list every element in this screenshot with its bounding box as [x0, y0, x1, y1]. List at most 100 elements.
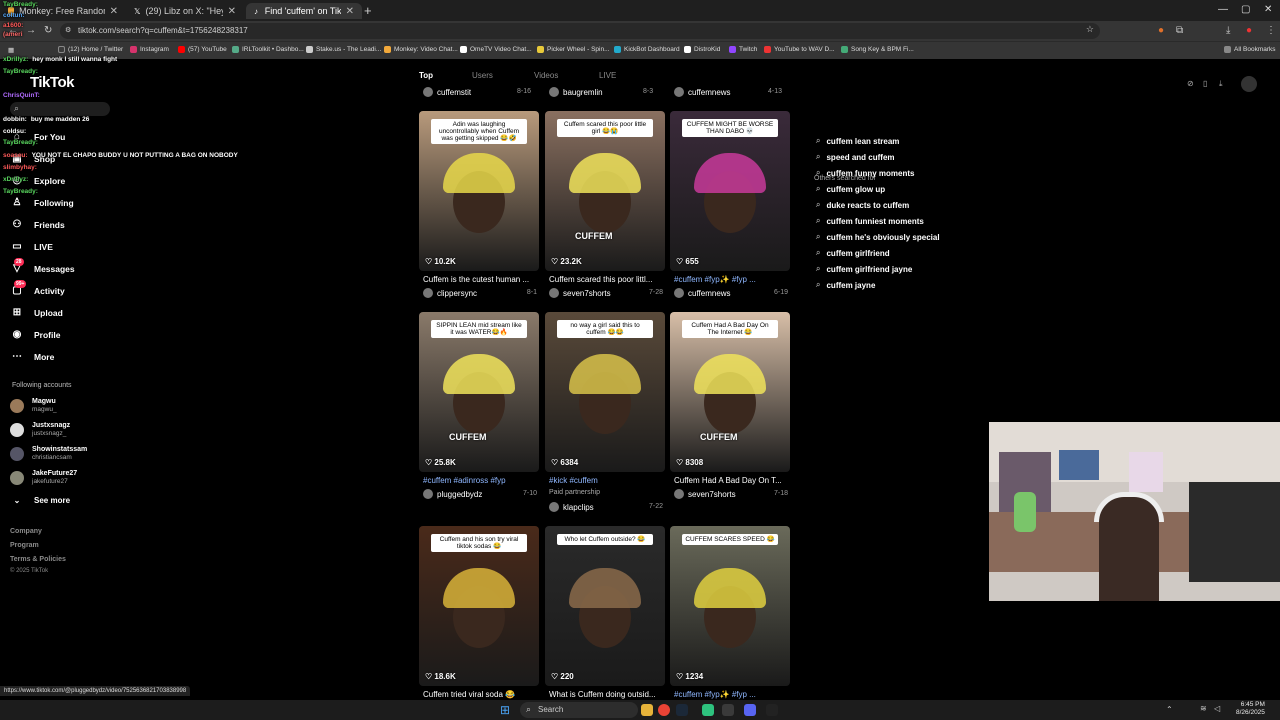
- app-icon[interactable]: [702, 704, 714, 716]
- profile-avatar-icon[interactable]: ●: [1246, 25, 1252, 36]
- see-more-button[interactable]: ⌄ See more: [10, 496, 70, 505]
- apps-icon[interactable]: ▦: [8, 46, 14, 54]
- obs-icon[interactable]: [722, 704, 734, 716]
- video-author[interactable]: pluggedbydz: [423, 489, 482, 499]
- nav-following[interactable]: ♙ Following: [10, 197, 74, 208]
- video-title[interactable]: #cuffem #fyp✨ #fyp ...: [674, 690, 788, 699]
- nav-messages[interactable]: ▽ 28 Messages: [10, 258, 75, 274]
- related-search-item[interactable]: ⌕ cuffem lean stream: [816, 136, 899, 146]
- close-icon[interactable]: ✕: [346, 6, 354, 17]
- site-info-icon[interactable]: ⚙: [65, 26, 71, 34]
- video-thumbnail[interactable]: SIPPIN LEAN mid stream like it was WATER…: [419, 312, 539, 472]
- video-author[interactable]: klapclips: [549, 502, 594, 512]
- bookmark-item[interactable]: Instagram: [130, 46, 169, 53]
- nav-live[interactable]: ▭ LIVE: [10, 241, 53, 252]
- nav-profile[interactable]: ◉ Profile: [10, 329, 61, 340]
- related-search-item[interactable]: ⌕ cuffem girlfriend jayne: [816, 264, 912, 274]
- followed-account[interactable]: Showinstatssam christiancsam: [10, 446, 87, 462]
- video-title[interactable]: Cuffem scared this poor littl...: [549, 275, 663, 284]
- bookmark-item[interactable]: (12) Home / Twitter: [58, 46, 123, 53]
- downloads-icon[interactable]: ⤓: [1226, 25, 1230, 36]
- taskbar-search[interactable]: ⌕ Search: [520, 702, 638, 718]
- url-field[interactable]: ⚙ tiktok.com/search?q=cuffem&t=175624823…: [60, 23, 1100, 39]
- followed-account[interactable]: Magwu magwu_: [10, 398, 57, 414]
- maximize-icon[interactable]: ▢: [1241, 4, 1250, 15]
- speaker-icon[interactable]: ◁: [1214, 704, 1220, 713]
- tiktok-logo[interactable]: TikTok: [30, 74, 74, 91]
- related-search-item[interactable]: ⌕ cuffem glow up: [816, 184, 885, 194]
- windows-start-icon[interactable]: ⊞: [500, 703, 510, 717]
- tab-top[interactable]: Top: [419, 71, 433, 80]
- wifi-icon[interactable]: ≋: [1200, 704, 1207, 713]
- window-close-icon[interactable]: ✕: [1264, 4, 1272, 15]
- close-icon[interactable]: ✕: [110, 6, 118, 17]
- video-author[interactable]: seven7shorts: [549, 288, 611, 298]
- extensions-puzzle-icon[interactable]: ⧉: [1176, 25, 1183, 36]
- related-search-item[interactable]: ⌕ cuffem jayne: [816, 280, 875, 290]
- video-title[interactable]: #cuffem #fyp✨ #fyp ...: [674, 275, 788, 284]
- video-title[interactable]: Cuffem Had A Bad Day On T...: [674, 476, 788, 485]
- device-icon[interactable]: ▯: [1203, 79, 1207, 88]
- kebab-menu-icon[interactable]: ⋮: [1266, 25, 1276, 36]
- related-search-item[interactable]: ⌕ speed and cuffem: [816, 152, 895, 162]
- forward-icon[interactable]: →: [26, 25, 36, 36]
- related-search-item[interactable]: ⌕ cuffem he's obviously special: [816, 232, 940, 242]
- star-icon[interactable]: ☆: [1086, 24, 1094, 35]
- close-icon[interactable]: ✕: [228, 6, 236, 17]
- bookmark-item[interactable]: OmeTV Video Chat...: [460, 46, 532, 53]
- video-thumbnail[interactable]: CUFFEM SCARES SPEED 😂 ♡ 1234: [670, 526, 790, 686]
- video-thumbnail[interactable]: Cuffem Had A Bad Day On The Internet 😂 CU…: [670, 312, 790, 472]
- all-bookmarks[interactable]: All Bookmarks: [1224, 46, 1276, 53]
- video-author[interactable]: cuffemnews: [674, 87, 731, 97]
- video-author[interactable]: clippersync: [423, 288, 477, 298]
- nav-activity[interactable]: ▢ 99+ Activity: [10, 280, 65, 296]
- bookmark-item[interactable]: (57) YouTube: [178, 46, 227, 53]
- nav-friends[interactable]: ⚇ Friends: [10, 219, 65, 230]
- nav-more[interactable]: ⋯ More: [10, 351, 54, 362]
- video-title[interactable]: Cuffem tried viral soda 😂: [423, 690, 537, 699]
- related-search-item[interactable]: ⌕ cuffem funniest moments: [816, 216, 924, 226]
- video-title[interactable]: What is Cuffem doing outsid...: [549, 690, 663, 699]
- tray-chevron-icon[interactable]: ⌃: [1166, 705, 1173, 714]
- followed-account[interactable]: JakeFuture27 jakefuture27: [10, 470, 77, 486]
- app-icon[interactable]: [766, 704, 778, 716]
- avatar[interactable]: [1241, 76, 1257, 92]
- search-input[interactable]: ⌕: [10, 102, 110, 116]
- video-thumbnail[interactable]: Adin was laughing uncontrollably when Cu…: [419, 111, 539, 271]
- related-search-item[interactable]: ⌕ cuffem girlfriend: [816, 248, 890, 258]
- file-explorer-icon[interactable]: [641, 704, 653, 716]
- discord-icon[interactable]: [744, 704, 756, 716]
- chrome-icon[interactable]: [658, 704, 670, 716]
- bookmark-item[interactable]: YouTube to WAV D...: [764, 46, 835, 53]
- video-title[interactable]: #cuffem #adinross #fyp: [423, 476, 537, 485]
- tab-videos[interactable]: Videos: [534, 71, 558, 80]
- bookmark-item[interactable]: Picker Wheel - Spin...: [537, 46, 610, 53]
- extension-icon[interactable]: ●: [1158, 25, 1164, 36]
- video-author[interactable]: cuffemnews: [674, 288, 731, 298]
- video-thumbnail[interactable]: Who let Cuffem outside? 😂 ♡ 220: [545, 526, 665, 686]
- footer-terms-link[interactable]: Terms & Policies: [10, 556, 66, 563]
- tab-live[interactable]: LIVE: [599, 71, 616, 80]
- new-tab-icon[interactable]: +: [364, 3, 372, 18]
- footer-program-link[interactable]: Program: [10, 542, 39, 549]
- video-thumbnail[interactable]: Cuffem scared this poor little girl 😂😭 CU…: [545, 111, 665, 271]
- bookmark-item[interactable]: Twitch: [729, 46, 757, 53]
- footer-company-link[interactable]: Company: [10, 528, 42, 535]
- tab-users[interactable]: Users: [472, 71, 493, 80]
- video-author[interactable]: cuffemstit: [423, 87, 471, 97]
- related-search-item[interactable]: ⌕ duke reacts to cuffem: [816, 200, 909, 210]
- video-thumbnail[interactable]: CUFFEM MIGHT BE WORSE THAN DABO 💀 ♡ 655: [670, 111, 790, 271]
- video-thumbnail[interactable]: Cuffem and his son try viral tiktok soda…: [419, 526, 539, 686]
- video-title[interactable]: Cuffem is the cutest human ...: [423, 275, 537, 284]
- related-search-item[interactable]: ⌕ cuffem funny moments: [816, 168, 915, 178]
- bookmark-item[interactable]: DistroKid: [684, 46, 720, 53]
- bookmark-item[interactable]: Song Key & BPM Fi...: [841, 46, 914, 53]
- bookmark-item[interactable]: KickBot Dashboard: [614, 46, 680, 53]
- video-thumbnail[interactable]: no way a girl said this to cuffem 😂😂 ♡ 63…: [545, 312, 665, 472]
- bookmark-item[interactable]: IRLToolkit • Dashbo...: [232, 46, 304, 53]
- video-author[interactable]: seven7shorts: [674, 489, 736, 499]
- followed-account[interactable]: Justxsnagz justxsnagz_: [10, 422, 70, 438]
- compass-icon[interactable]: ⊘: [1187, 79, 1194, 88]
- bookmark-item[interactable]: Monkey: Video Chat...: [384, 46, 458, 53]
- browser-tab-twitter[interactable]: 𝕏 (29) Libz on X: "Heyy cuffem i" ✕: [126, 3, 244, 19]
